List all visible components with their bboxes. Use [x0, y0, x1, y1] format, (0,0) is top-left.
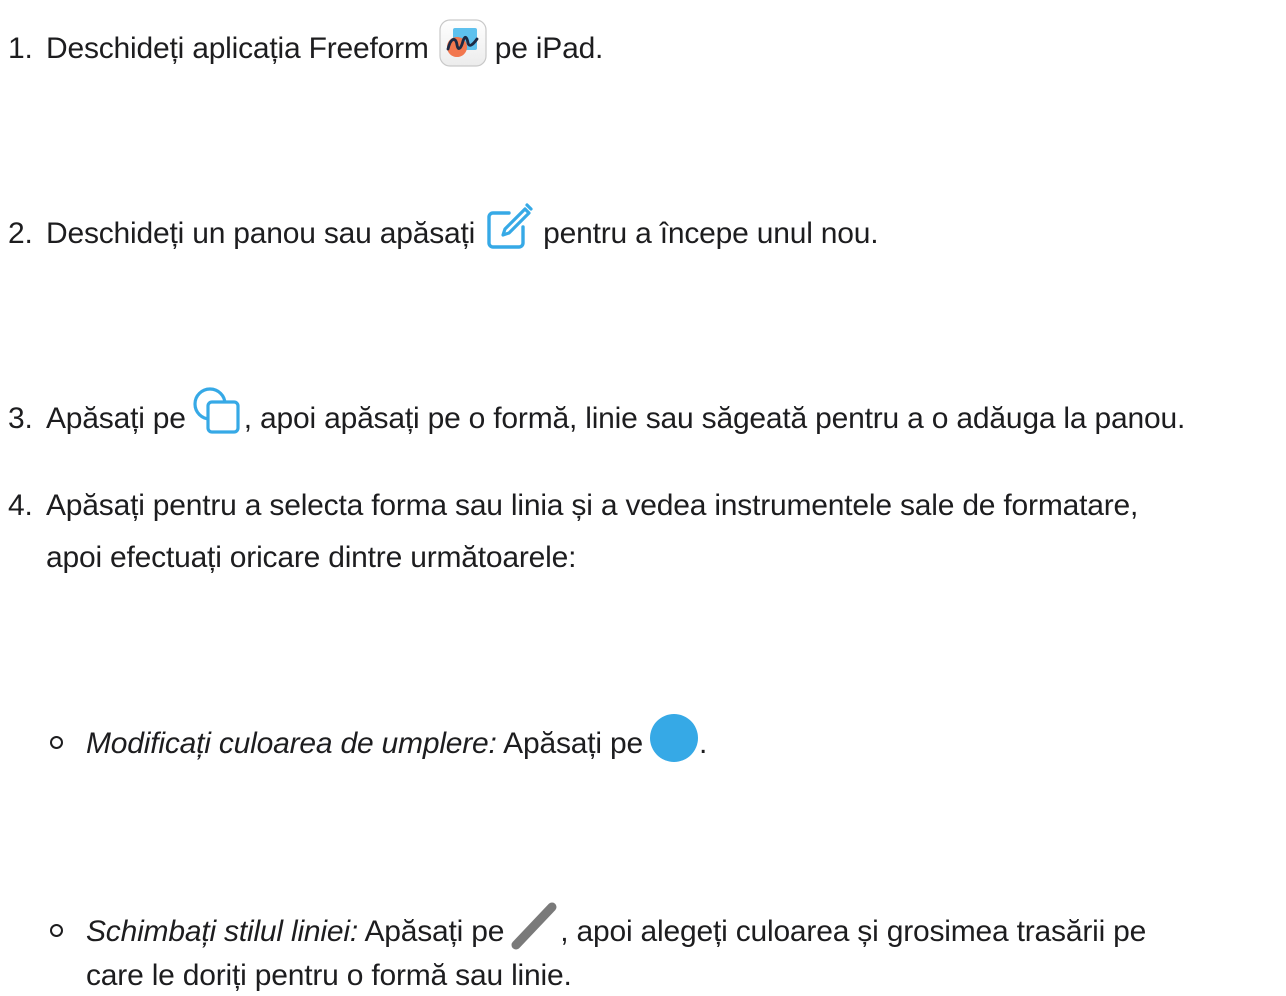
step-1: 1. Deschideți aplicația Freeform pe iPad.	[0, 19, 604, 74]
step-3: 3. Apăsați pe , apoi apăsați pe o formă, …	[0, 387, 1186, 446]
step-4-continued: apoi efectuați oricare dintre următoarel…	[46, 541, 577, 574]
step-number: 3.	[8, 401, 33, 435]
step-text-after: pe iPad.	[494, 31, 604, 65]
bullet-icon	[50, 924, 63, 937]
subitem-label: Modificați culoarea de umplere:	[86, 726, 497, 760]
step-text-after: pentru a începe unul nou.	[543, 216, 879, 250]
subitem-text: Apăsați pe	[364, 914, 505, 948]
shapes-icon	[192, 386, 244, 438]
step-number: 1.	[8, 31, 33, 65]
step-4: 4. Apăsați pentru a selecta forma sau lin…	[0, 486, 1138, 526]
subitem-text: Apăsați pe	[503, 726, 643, 760]
step-text: Apăsați pe	[46, 401, 186, 435]
subitem-line-style: Schimbați stilul liniei: Apăsați pe , ap…	[0, 902, 1286, 950]
compose-icon	[483, 203, 533, 253]
subitem-text-after: , apoi alegeți culoarea și grosimea tras…	[560, 914, 1147, 948]
freeform-app-icon	[439, 19, 487, 67]
subitem-fill-color: Modificați culoarea de umplere: Apăsați …	[0, 714, 1286, 762]
step-2: 2. Deschideți un panou sau apăsați pentru…	[0, 203, 879, 260]
subitem-label: Schimbați stilul liniei:	[86, 914, 358, 948]
fill-color-icon	[649, 713, 699, 763]
step-number: 2.	[8, 216, 33, 250]
step-text: Deschideți aplicația Freeform	[46, 31, 429, 65]
line-style-icon	[510, 901, 560, 951]
bullet-icon	[50, 736, 63, 749]
step-text: Apăsați pentru a selecta forma sau linia…	[46, 489, 1139, 522]
subitem-line-style-continued: care le doriți pentru o formă sau linie.	[86, 959, 572, 992]
step-number: 4.	[8, 489, 33, 522]
step-text: Deschideți un panou sau apăsați	[46, 216, 476, 250]
step-text-after: , apoi apăsați pe o formă, linie sau săg…	[243, 401, 1186, 435]
subitem-text-after: .	[698, 726, 708, 760]
